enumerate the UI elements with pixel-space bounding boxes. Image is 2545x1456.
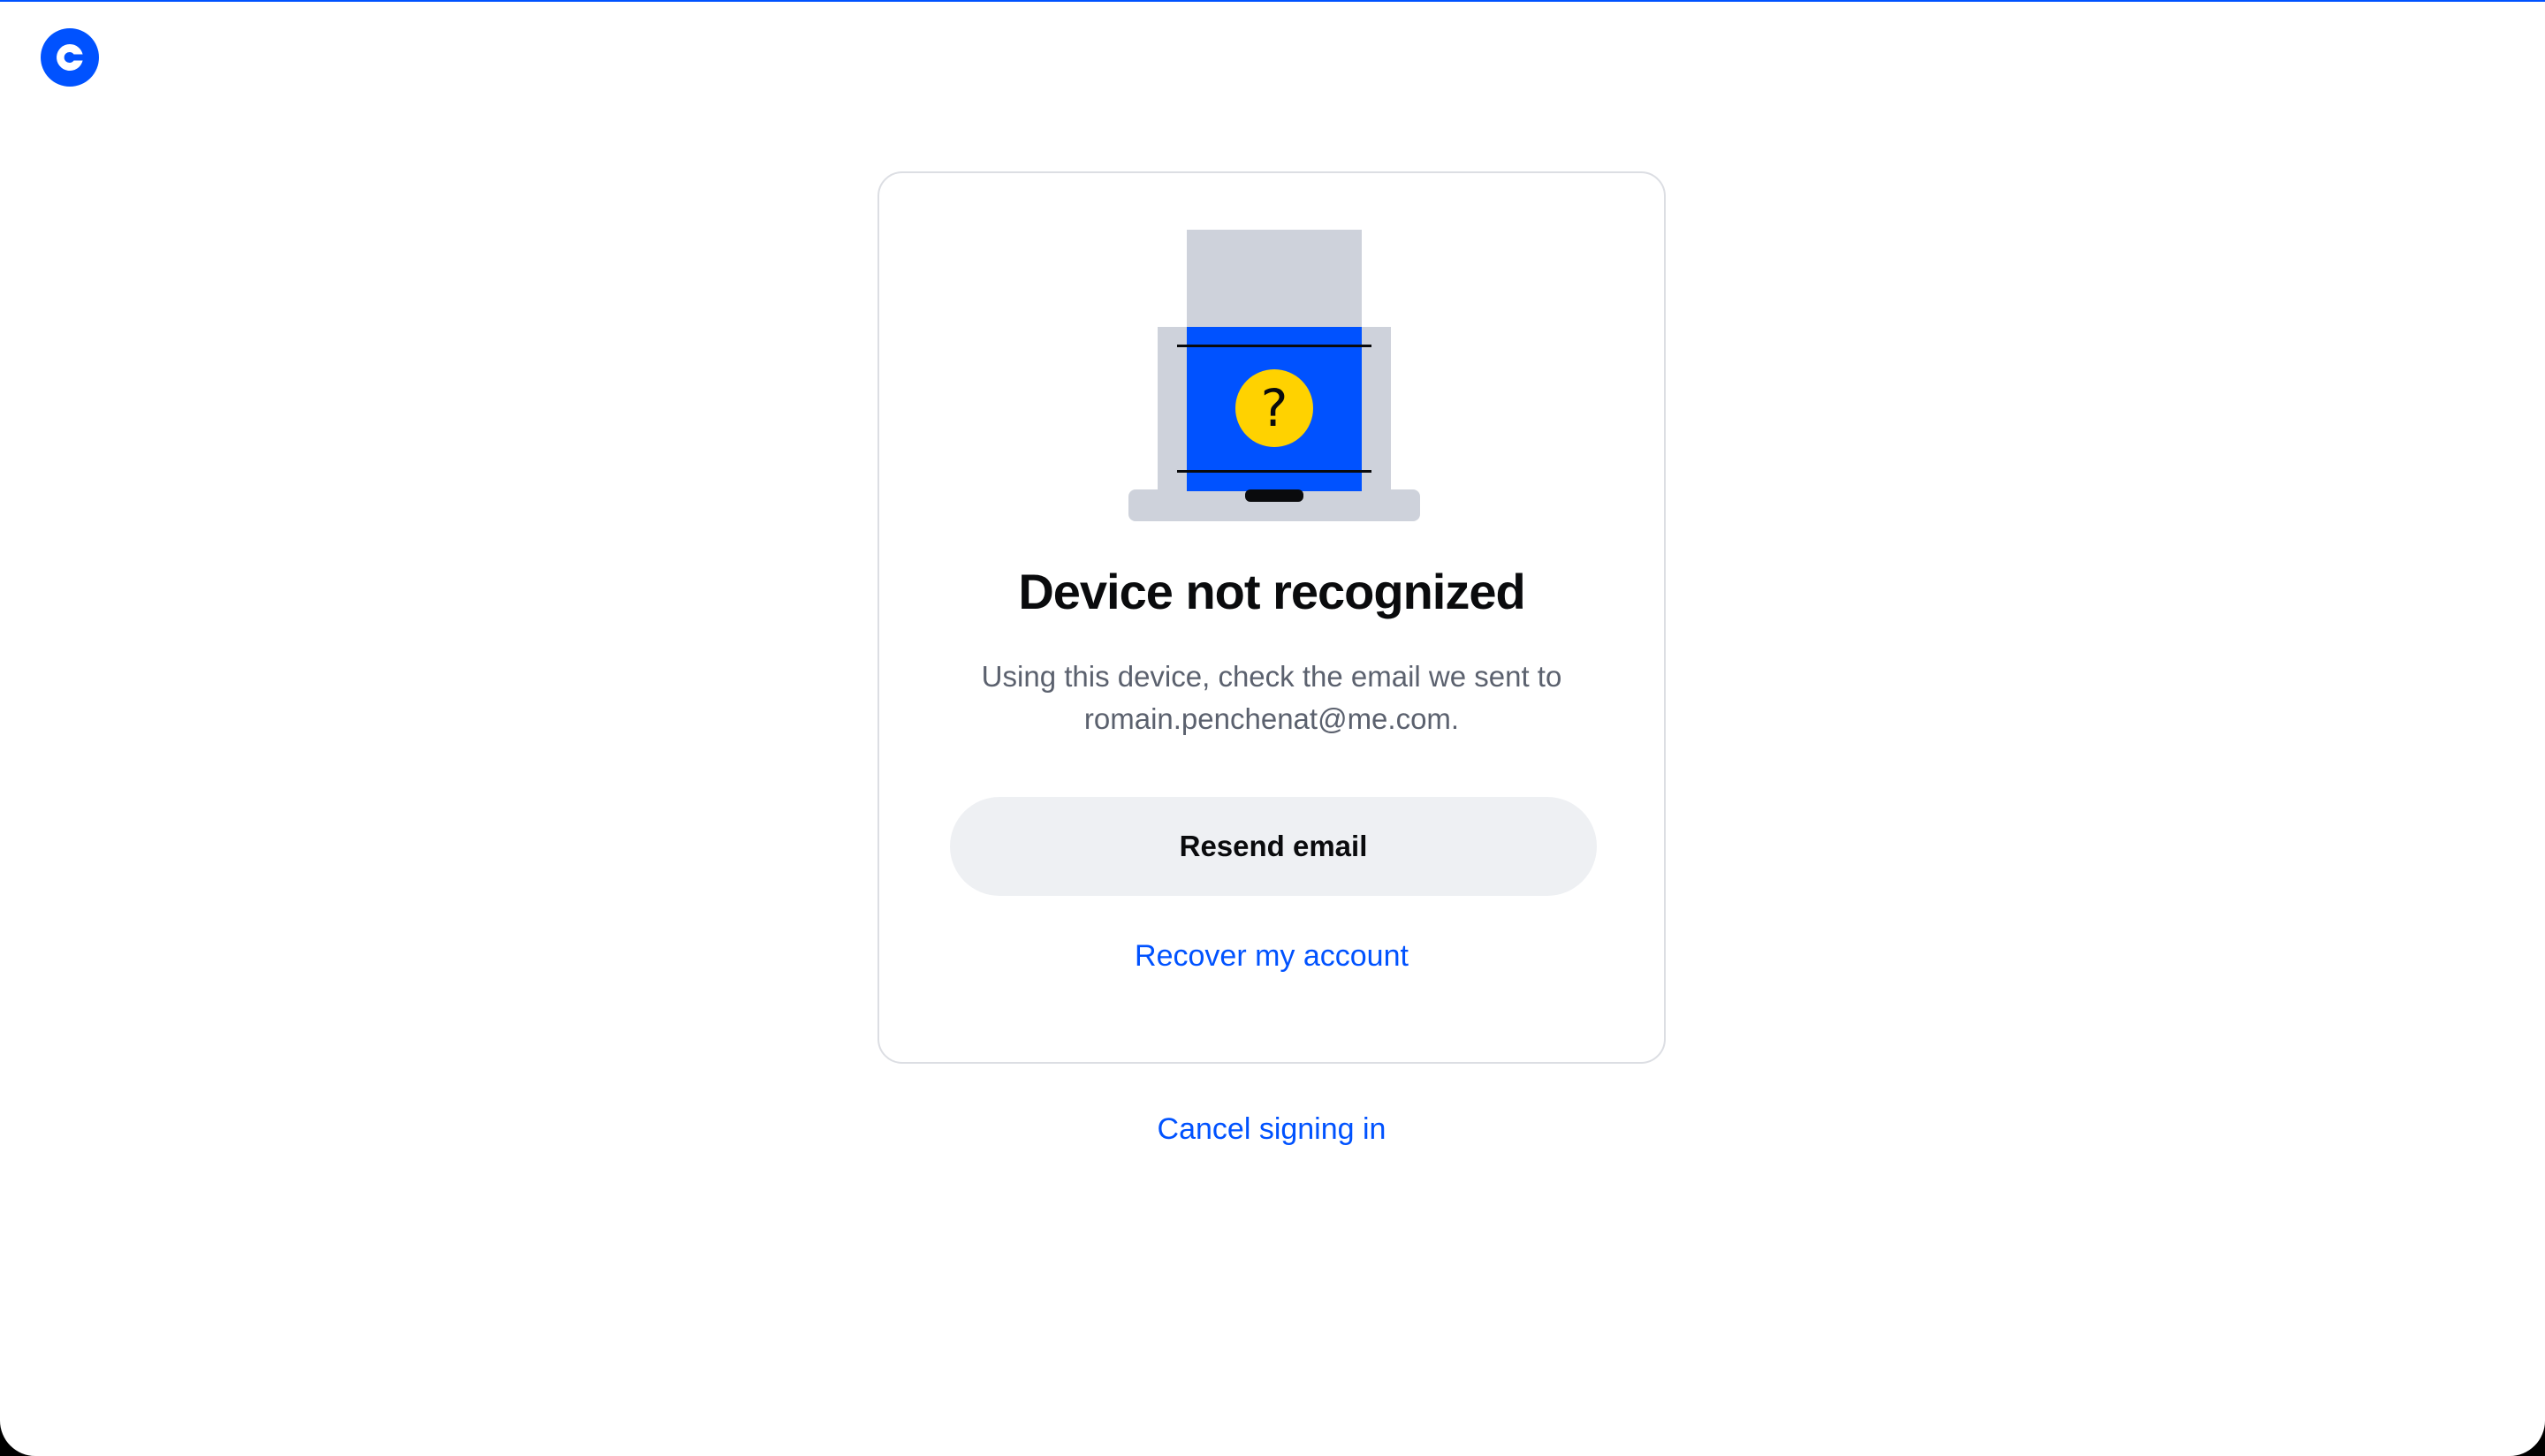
svg-text:?: ? [1261,378,1288,438]
coinbase-logo-icon[interactable] [41,28,99,87]
description-line-1: Using this device, check the email we se… [981,660,1562,693]
top-accent-bar [0,0,2545,2]
coinbase-logo-graphic [41,28,99,87]
verification-description: Using this device, check the email we se… [932,656,1611,740]
recover-account-link[interactable]: Recover my account [879,937,1664,975]
description-email: romain.penchenat@me.com. [1083,702,1460,735]
resend-email-button[interactable]: Resend email [950,797,1597,896]
cancel-signing-in-link[interactable]: Cancel signing in [877,1110,1666,1149]
device-verification-card: ? Device not recognized Using this devic… [877,171,1666,1064]
laptop-question-icon: ? [1128,230,1420,521]
page-title: Device not recognized [1018,564,1525,619]
